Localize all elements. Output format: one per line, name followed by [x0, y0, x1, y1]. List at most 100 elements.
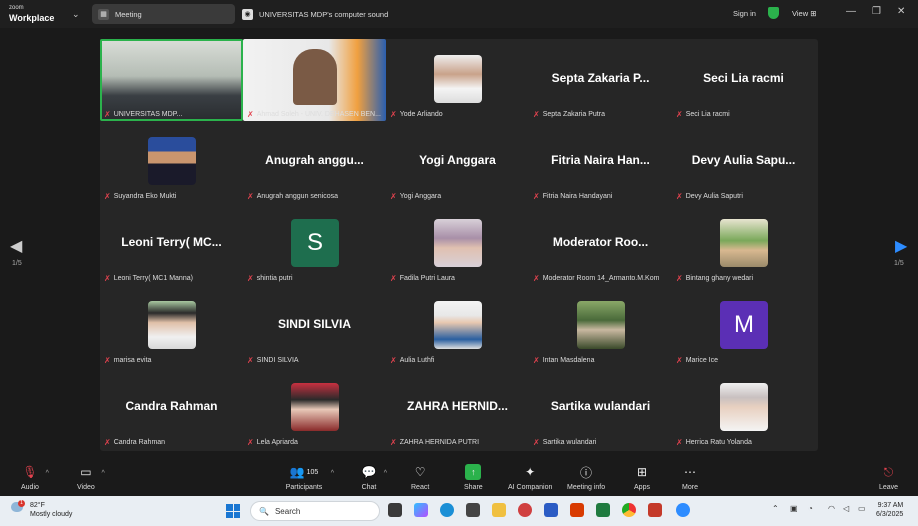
file-explorer-icon[interactable]	[492, 503, 506, 517]
muted-mic-icon: ✗	[533, 192, 540, 201]
participant-tile[interactable]: ✗ Intan Masdalena	[529, 285, 672, 367]
participant-tile[interactable]: Anugrah anggu... ✗ Anugrah anggun senicos…	[243, 121, 386, 203]
participant-tile[interactable]: ✗ Fadila Putri Laura	[386, 203, 529, 285]
avatar: S	[291, 219, 339, 267]
video-button[interactable]: ▭ Video ^	[77, 464, 105, 491]
battery-icon[interactable]: ▭	[858, 504, 866, 513]
caret-up-icon[interactable]: ^	[331, 470, 334, 477]
meeting-toolbar: 🎙 Audio ^ ▭ Video ^ 👥 105 Participants ^ …	[0, 460, 918, 496]
tab-meeting[interactable]: ▦ Meeting	[92, 4, 235, 24]
windows-start-icon[interactable]	[226, 504, 240, 518]
participant-tile[interactable]: ✗ marisa evita	[100, 285, 243, 367]
muted-mic-icon: ✗	[104, 438, 111, 447]
share-button[interactable]: ↑ Share	[464, 464, 483, 491]
participant-tile[interactable]: Yogi Anggara ✗ Yogi Anggara	[386, 121, 529, 203]
audio-button[interactable]: 🎙 Audio ^	[21, 464, 49, 491]
participant-tile[interactable]: ✗ UNIVERSITAS MDP...	[100, 39, 243, 121]
participant-tile[interactable]: ✗ Ahmad Soleh - UNIV. DEHASEN BEN...	[243, 39, 386, 121]
powerpoint-icon[interactable]	[648, 503, 662, 517]
close-icon[interactable]: ✕	[897, 6, 905, 17]
zoom-icon[interactable]	[676, 503, 690, 517]
speaker-icon: ◉	[242, 8, 253, 20]
minimize-icon[interactable]: —	[846, 6, 856, 17]
participant-tile[interactable]: ✗ Herrica Ratu Yolanda	[672, 367, 815, 449]
weather-widget[interactable]: 82°F Mostly cloudy	[30, 501, 72, 519]
prev-page-icon[interactable]: ◀	[10, 236, 22, 256]
chevron-down-icon[interactable]: ⌄	[72, 9, 80, 20]
participant-tile[interactable]: Sartika wulandari ✗ Sartika wulandari	[529, 367, 672, 449]
taskbar-search[interactable]: 🔍 Search	[250, 501, 380, 521]
avatar	[720, 219, 768, 267]
avatar	[434, 219, 482, 267]
muted-mic-icon: ✗	[247, 356, 254, 365]
chat-icon: 💬	[361, 465, 377, 479]
participant-tile[interactable]: Seci Lia racmi ✗ Seci Lia racmi	[672, 39, 815, 121]
caret-up-icon[interactable]: ^	[46, 470, 49, 477]
apps-button[interactable]: ⊞ Apps	[634, 464, 650, 491]
muted-mic-icon: ✗	[676, 192, 683, 201]
restore-icon[interactable]: ❐	[872, 6, 881, 17]
page-indicator-right: 1/5	[894, 260, 904, 267]
view-button[interactable]: View ⊞	[792, 9, 817, 18]
copilot-icon[interactable]	[414, 503, 428, 517]
office-icon[interactable]	[570, 503, 584, 517]
chat-button[interactable]: 💬 Chat ^	[361, 464, 387, 491]
participant-tile[interactable]: ✗ Yode Arliando	[386, 39, 529, 121]
participant-tile[interactable]: ✗ Bintang ghany wedari	[672, 203, 815, 285]
camera-icon: ▭	[80, 465, 92, 479]
avatar: M	[720, 301, 768, 349]
wifi-icon[interactable]: ◠	[828, 504, 835, 513]
muted-mic-icon: ✗	[104, 274, 111, 283]
more-icon: ⋯	[684, 465, 696, 479]
shield-icon[interactable]	[768, 7, 779, 19]
participant-tile[interactable]: ✗ Lela Apriarda	[243, 367, 386, 449]
participant-tile[interactable]: ✗ Aulia Luthfi	[386, 285, 529, 367]
muted-mic-icon: ✗	[676, 356, 683, 365]
participant-tile[interactable]: Devy Aulia Sapu... ✗ Devy Aulia Saputri	[672, 121, 815, 203]
store-icon[interactable]	[466, 503, 480, 517]
meeting-info-button[interactable]: ⓘ Meeting info	[567, 464, 605, 492]
volume-icon[interactable]: ◁	[843, 504, 849, 513]
participant-tile[interactable]: Leoni Terry( MC... ✗ Leoni Terry( MC1 Man…	[100, 203, 243, 285]
leave-button[interactable]: ⎋ Leave	[879, 464, 898, 492]
sparkle-icon: ✦	[525, 465, 536, 479]
edge-icon[interactable]	[440, 503, 454, 517]
tray-icon[interactable]: ◔	[808, 504, 813, 513]
muted-mic-icon: ✗	[676, 274, 683, 283]
avatar	[148, 137, 196, 185]
chevron-up-icon[interactable]: ⌃	[772, 504, 779, 513]
avatar	[720, 383, 768, 431]
react-button[interactable]: ♡ React	[411, 464, 429, 491]
participant-tile[interactable]: Candra Rahman ✗ Candra Rahman	[100, 367, 243, 449]
heart-icon: ♡	[414, 465, 426, 479]
chrome-icon[interactable]	[622, 503, 636, 517]
next-page-icon[interactable]: ▶	[895, 236, 907, 256]
tab-computer-sound[interactable]: ◉ UNIVERSITAS MDP's computer sound	[236, 4, 396, 24]
participant-tile[interactable]: Septa Zakaria P... ✗ Septa Zakaria Putra	[529, 39, 672, 121]
ai-companion-button[interactable]: ✦ AI Companion	[508, 464, 552, 491]
word-icon[interactable]	[544, 503, 558, 517]
page-indicator-left: 1/5	[12, 260, 22, 267]
participant-tile[interactable]: S ✗ shintia putri	[243, 203, 386, 285]
system-clock[interactable]: 9:37 AM 6/3/2025	[876, 501, 903, 519]
caret-up-icon[interactable]: ^	[384, 470, 387, 477]
task-view-icon[interactable]	[388, 503, 402, 517]
sign-in-link[interactable]: Sign in	[733, 9, 756, 18]
tray-icon[interactable]: ▣	[790, 504, 798, 513]
participant-tile[interactable]: M ✗ Marice Ice	[672, 285, 815, 367]
more-button[interactable]: ⋯ More	[682, 464, 698, 491]
caret-up-icon[interactable]: ^	[101, 470, 104, 477]
participants-button[interactable]: 👥 105 Participants ^	[284, 464, 334, 491]
participant-tile[interactable]: SINDI SILVIA ✗ SINDI SILVIA	[243, 285, 386, 367]
excel-icon[interactable]	[596, 503, 610, 517]
muted-mic-icon: ✗	[533, 356, 540, 365]
participant-tile[interactable]: ZAHRA HERNID... ✗ ZAHRA HERNIDA PUTRI	[386, 367, 529, 449]
video-feed	[100, 39, 243, 121]
zoom-logo: zoom Workplace	[9, 5, 55, 23]
muted-mic-icon: ✗	[104, 356, 111, 365]
avatar	[434, 301, 482, 349]
app-icon[interactable]	[518, 503, 532, 517]
participant-tile[interactable]: Fitria Naira Han... ✗ Fitria Naira Handay…	[529, 121, 672, 203]
participant-tile[interactable]: ✗ Suyandra Eko Mukti	[100, 121, 243, 203]
participant-tile[interactable]: Moderator Roo... ✗ Moderator Room 14_Arma…	[529, 203, 672, 285]
